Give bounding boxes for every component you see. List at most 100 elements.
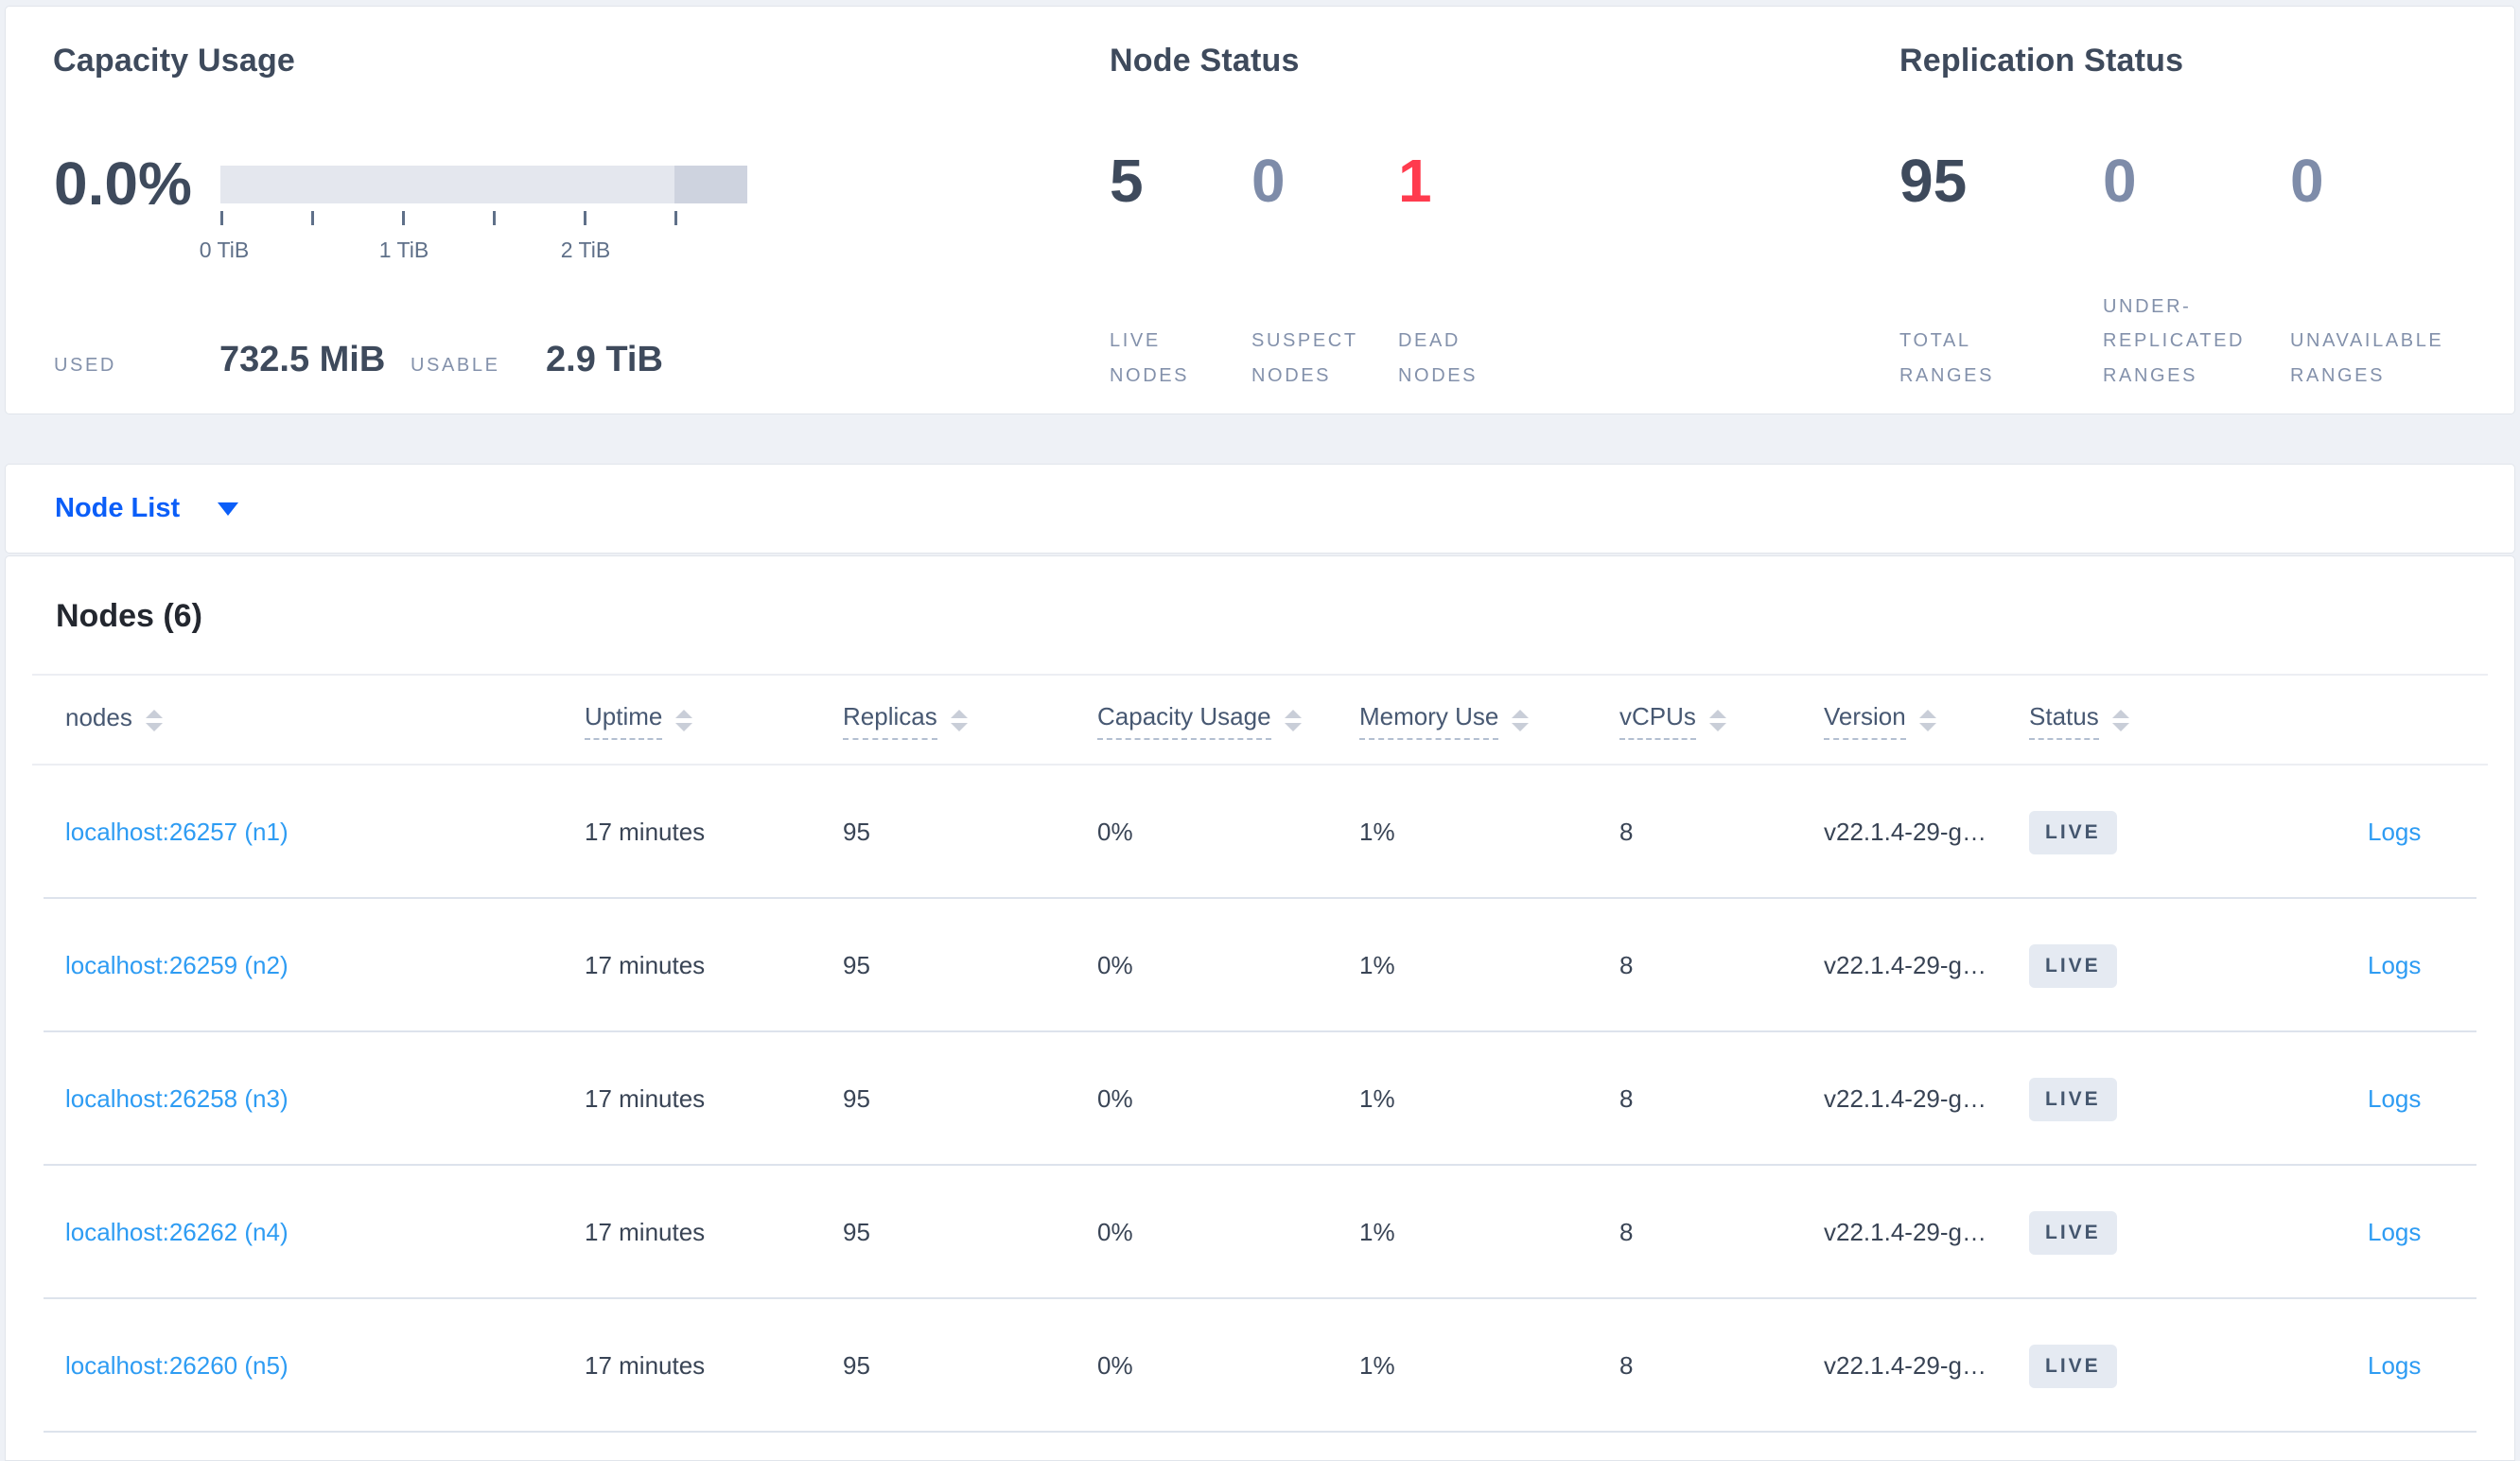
stat-label: LIVE NODES: [1110, 330, 1190, 386]
table-row: localhost:26258 (n3) 17 minutes 95 0% 1%…: [6, 1032, 2514, 1166]
replicas-cell: 95: [843, 1218, 870, 1246]
sort-icon[interactable]: [1708, 710, 1726, 731]
version-cell: v22.1.4-29-g…: [1824, 818, 1986, 846]
stat-value: 0: [2103, 147, 2137, 215]
uptime-cell: 17 minutes: [585, 1351, 706, 1380]
sort-icon[interactable]: [145, 710, 163, 731]
logs-link[interactable]: Logs: [2368, 818, 2421, 846]
node-link[interactable]: localhost:26259 (n2): [65, 951, 585, 980]
column-header-capacity-usage[interactable]: Capacity Usage: [1097, 702, 1359, 740]
replicas-cell: 95: [843, 1351, 870, 1380]
nodes-heading-block: Nodes (6): [6, 556, 2514, 676]
sort-icon[interactable]: [1284, 710, 1302, 731]
node-list-label[interactable]: Node List: [55, 493, 180, 524]
logs-link[interactable]: Logs: [2368, 951, 2421, 979]
column-header-version[interactable]: Version: [1824, 702, 2029, 740]
column-header-status[interactable]: Status: [2029, 702, 2368, 740]
table-row: localhost:26259 (n2) 17 minutes 95 0% 1%…: [6, 899, 2514, 1032]
memory-cell: 1%: [1359, 818, 1395, 846]
stat-label: TOTAL RANGES: [1899, 330, 1995, 386]
version-cell: v22.1.4-29-g…: [1824, 951, 1986, 979]
stat-value: 1: [1398, 147, 1432, 215]
node-list-panel: Nodes (6) nodes Uptime Replicas Capacity…: [5, 555, 2515, 1461]
suspect-nodes-stat: 0 SUSPECT NODES: [1251, 150, 1398, 393]
version-cell: v22.1.4-29-g…: [1824, 1084, 1986, 1113]
logs-cell: Logs: [2368, 1084, 2520, 1114]
replication-status-stats: 95 TOTAL RANGES 0 UNDER-REPLICATED RANGE…: [1899, 150, 2508, 393]
memory-cell: 1%: [1359, 1351, 1395, 1380]
memory-cell: 1%: [1359, 951, 1395, 979]
live-nodes-stat: 5 LIVE NODES: [1110, 150, 1251, 393]
status-badge: LIVE: [2029, 1210, 2117, 1255]
node-status-title: Node Status: [1110, 43, 1300, 79]
stat-label: UNDER-REPLICATED RANGES: [2103, 295, 2246, 386]
column-header-replicas[interactable]: Replicas: [843, 702, 1097, 740]
logs-cell: Logs: [2368, 1351, 2520, 1381]
stat-value: 5: [1110, 147, 1144, 215]
capacity-percent: 0.0%: [54, 150, 192, 218]
cluster-summary-card: Capacity Usage 0.0% 0 TiB 1 TiB 2 TiB US…: [5, 6, 2515, 414]
uptime-cell: 17 minutes: [585, 1218, 706, 1246]
tick-label: 1 TiB: [378, 238, 429, 262]
used-value: 732.5 MiB: [219, 340, 386, 379]
node-link[interactable]: localhost:26260 (n5): [65, 1351, 585, 1381]
column-header-uptime[interactable]: Uptime: [585, 702, 843, 740]
status-badge: LIVE: [2029, 1077, 2117, 1121]
used-label: USED: [54, 355, 116, 376]
capacity-bar: [220, 166, 747, 203]
status-cell: LIVE: [2029, 810, 2368, 854]
sort-icon[interactable]: [1918, 710, 1936, 731]
sort-icon[interactable]: [2111, 710, 2129, 731]
vcpus-cell: 8: [1619, 818, 1634, 846]
vcpus-cell: 8: [1619, 1351, 1634, 1380]
usable-label: USABLE: [411, 355, 500, 376]
status-badge: LIVE: [2029, 810, 2117, 854]
status-badge: LIVE: [2029, 1344, 2117, 1388]
view-selector-dropdown[interactable]: Node List: [5, 464, 2515, 554]
tick-label: 0 TiB: [199, 238, 250, 262]
stat-label: UNAVAILABLE RANGES: [2290, 330, 2444, 386]
capacity-usage-title: Capacity Usage: [53, 43, 296, 79]
memory-cell: 1%: [1359, 1218, 1395, 1246]
column-header-memory-use[interactable]: Memory Use: [1359, 702, 1619, 740]
version-cell: v22.1.4-29-g…: [1824, 1218, 1986, 1246]
column-header-nodes[interactable]: nodes: [65, 703, 585, 739]
status-badge: LIVE: [2029, 943, 2117, 988]
unavailable-ranges-stat: 0 UNAVAILABLE RANGES: [2290, 150, 2508, 393]
logs-cell: Logs: [2368, 1218, 2520, 1247]
sort-icon[interactable]: [1512, 710, 1530, 731]
stat-value: 0: [2290, 147, 2324, 215]
logs-cell: Logs: [2368, 818, 2520, 847]
capacity-used-row: USED 732.5 MiB USABLE 2.9 TiB: [54, 340, 663, 380]
capacity-cell: 0%: [1097, 818, 1133, 846]
logs-link[interactable]: Logs: [2368, 1084, 2421, 1113]
vcpus-cell: 8: [1619, 951, 1634, 979]
capacity-tick-labels: 0 TiB 1 TiB 2 TiB: [200, 238, 747, 266]
stat-value: 95: [1899, 147, 1968, 215]
replicas-cell: 95: [843, 951, 870, 979]
uptime-cell: 17 minutes: [585, 951, 706, 979]
logs-link[interactable]: Logs: [2368, 1351, 2421, 1380]
bar-tick: [584, 211, 586, 225]
stat-value: 0: [1251, 147, 1286, 215]
uptime-cell: 17 minutes: [585, 818, 706, 846]
node-link[interactable]: localhost:26262 (n4): [65, 1218, 585, 1247]
node-link[interactable]: localhost:26257 (n1): [65, 818, 585, 847]
bar-tick: [493, 211, 496, 225]
status-cell: LIVE: [2029, 943, 2368, 988]
capacity-bar-reserved-segment: [674, 166, 747, 203]
capacity-cell: 0%: [1097, 1218, 1133, 1246]
table-row: localhost:26262 (n4) 17 minutes 95 0% 1%…: [6, 1166, 2514, 1299]
status-cell: LIVE: [2029, 1077, 2368, 1121]
node-link[interactable]: localhost:26258 (n3): [65, 1084, 585, 1114]
status-cell: LIVE: [2029, 1344, 2368, 1388]
column-header-vcpus[interactable]: vCPUs: [1619, 702, 1824, 740]
version-cell: v22.1.4-29-g…: [1824, 1351, 1986, 1380]
vcpus-cell: 8: [1619, 1218, 1634, 1246]
sort-icon[interactable]: [950, 710, 968, 731]
tick-label: 2 TiB: [560, 238, 611, 262]
nodes-heading: Nodes (6): [56, 598, 202, 634]
sort-icon[interactable]: [675, 710, 693, 731]
capacity-cell: 0%: [1097, 951, 1133, 979]
logs-link[interactable]: Logs: [2368, 1218, 2421, 1246]
